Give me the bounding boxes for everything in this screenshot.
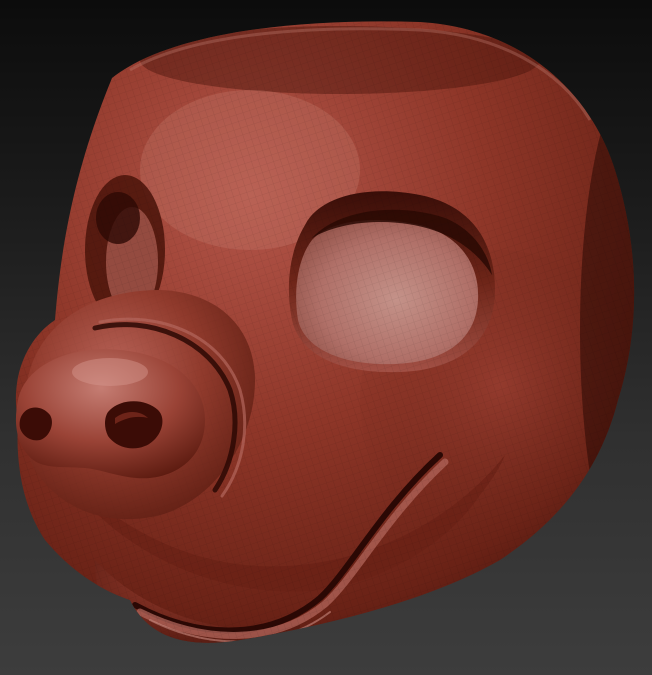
snout: [15, 21, 635, 643]
sculpted-head-model[interactable]: [0, 0, 652, 675]
sculpt-viewport[interactable]: [0, 0, 652, 675]
